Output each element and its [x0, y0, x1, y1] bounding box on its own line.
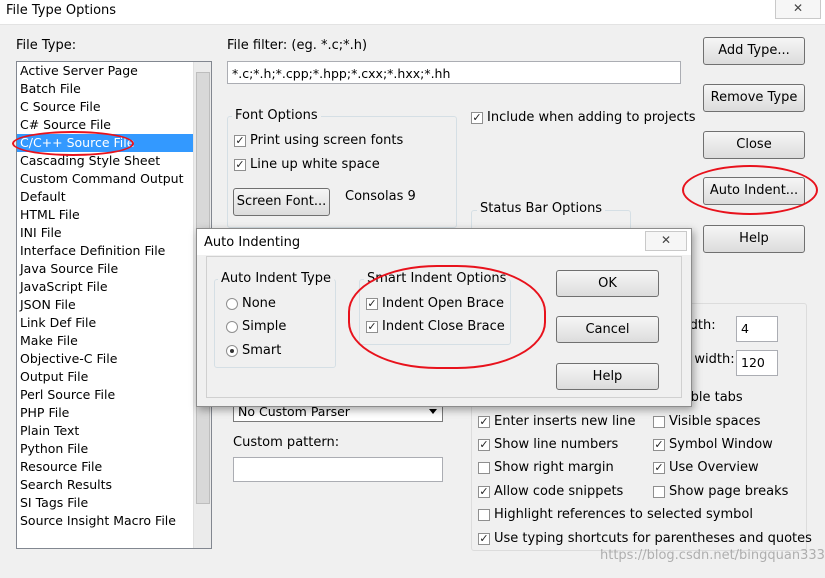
typing-shortcuts-label: Use typing shortcuts for parentheses and… — [494, 531, 812, 546]
tab-width-input[interactable]: 4 — [736, 316, 778, 342]
file-filter-label: File filter: (eg. *.c;*.h) — [227, 38, 368, 53]
window-title: File Type Options — [6, 3, 117, 18]
line-up-white-space-checkbox[interactable]: ✓ — [234, 159, 246, 171]
ok-button[interactable]: OK — [556, 270, 659, 297]
show-page-breaks-label: Show page breaks — [669, 484, 789, 499]
none-radio[interactable] — [226, 298, 238, 310]
status-bar-options-label: Status Bar Options — [477, 201, 606, 216]
list-item[interactable]: Interface Definition File — [17, 242, 211, 260]
use-overview-label: Use Overview — [669, 460, 759, 475]
list-item[interactable]: C Source File — [17, 98, 211, 116]
dialog-title-bar: Auto Indenting ✕ — [197, 229, 691, 255]
list-item[interactable]: Source Insight Macro File — [17, 512, 211, 530]
annotation-circle-auto-indent — [682, 165, 818, 215]
show-line-numbers-checkbox[interactable]: ✓ — [478, 439, 490, 451]
add-type-button[interactable]: Add Type... — [703, 37, 805, 65]
list-item[interactable]: Link Def File — [17, 314, 211, 332]
font-name-label: Consolas 9 — [345, 189, 416, 204]
list-item[interactable]: JSON File — [17, 296, 211, 314]
list-item[interactable]: PHP File — [17, 404, 211, 422]
list-item[interactable]: Python File — [17, 440, 211, 458]
list-item[interactable]: Default — [17, 188, 211, 206]
list-item[interactable]: Plain Text — [17, 422, 211, 440]
file-type-label: File Type: — [16, 38, 77, 53]
typing-shortcuts-checkbox[interactable]: ✓ — [478, 533, 490, 545]
margin-width-input[interactable]: 120 — [736, 350, 778, 376]
list-item[interactable]: Perl Source File — [17, 386, 211, 404]
list-item[interactable]: Batch File — [17, 80, 211, 98]
auto-indent-type-label: Auto Indent Type — [218, 271, 334, 286]
annotation-circle-list — [12, 131, 134, 156]
smart-label: Smart — [242, 343, 282, 358]
window-close-button[interactable]: ✕ — [775, 0, 821, 19]
cancel-button[interactable]: Cancel — [556, 316, 659, 343]
help-button[interactable]: Help — [703, 225, 805, 253]
dialog-help-button[interactable]: Help — [556, 363, 659, 390]
list-item[interactable]: JavaScript File — [17, 278, 211, 296]
font-options-label: Font Options — [232, 108, 321, 123]
print-screen-fonts-label: Print using screen fonts — [250, 133, 404, 148]
list-item[interactable]: Objective-C File — [17, 350, 211, 368]
enter-inserts-new-line-label: Enter inserts new line — [494, 414, 636, 429]
close-button[interactable]: Close — [703, 131, 805, 159]
show-line-numbers-label: Show line numbers — [494, 437, 619, 452]
visible-tabs-label: ible tabs — [687, 390, 743, 405]
show-page-breaks-checkbox[interactable] — [653, 486, 665, 498]
print-screen-fonts-checkbox[interactable]: ✓ — [234, 135, 246, 147]
visible-spaces-label: Visible spaces — [669, 414, 761, 429]
auto-indenting-dialog: Auto Indenting ✕ Auto Indent Type None S… — [196, 228, 692, 407]
dialog-close-button[interactable]: ✕ — [645, 231, 687, 251]
watermark: https://blog.csdn.net/bingquan3333 — [600, 548, 825, 563]
include-projects-label: Include when adding to projects — [487, 110, 696, 125]
include-projects-checkbox[interactable]: ✓ — [471, 112, 483, 124]
list-item[interactable]: SI Tags File — [17, 494, 211, 512]
show-right-margin-checkbox[interactable] — [478, 462, 490, 474]
simple-radio[interactable] — [226, 321, 238, 333]
line-up-white-space-label: Line up white space — [250, 157, 380, 172]
annotation-circle-smart-options — [348, 265, 546, 369]
list-item[interactable]: Resource File — [17, 458, 211, 476]
none-label: None — [242, 296, 276, 311]
list-item[interactable]: INI File — [17, 224, 211, 242]
list-item[interactable]: Custom Command Output — [17, 170, 211, 188]
title-bar: File Type Options ✕ — [0, 0, 825, 25]
use-overview-checkbox[interactable]: ✓ — [653, 462, 665, 474]
dialog-title: Auto Indenting — [204, 235, 301, 250]
smart-radio[interactable] — [226, 345, 238, 357]
highlight-references-label: Highlight references to selected symbol — [494, 507, 753, 522]
visible-spaces-checkbox[interactable] — [653, 416, 665, 428]
chevron-down-icon — [429, 409, 437, 414]
simple-label: Simple — [242, 319, 287, 334]
list-item[interactable]: Make File — [17, 332, 211, 350]
custom-pattern-input[interactable] — [233, 457, 443, 482]
remove-type-button[interactable]: Remove Type — [703, 84, 805, 112]
file-filter-input[interactable]: *.c;*.h;*.cpp;*.hpp;*.cxx;*.hxx;*.hh — [227, 61, 681, 84]
screen-font-button[interactable]: Screen Font... — [233, 188, 330, 216]
allow-code-snippets-checkbox[interactable]: ✓ — [478, 486, 490, 498]
show-right-margin-label: Show right margin — [494, 460, 614, 475]
allow-code-snippets-label: Allow code snippets — [494, 484, 624, 499]
symbol-window-label: Symbol Window — [669, 437, 773, 452]
custom-pattern-label: Custom pattern: — [233, 435, 340, 450]
highlight-references-checkbox[interactable] — [478, 509, 490, 521]
list-item[interactable]: Output File — [17, 368, 211, 386]
list-item[interactable]: Search Results — [17, 476, 211, 494]
symbol-window-checkbox[interactable]: ✓ — [653, 439, 665, 451]
list-item[interactable]: Active Server Page — [17, 62, 211, 80]
enter-inserts-new-line-checkbox[interactable]: ✓ — [478, 416, 490, 428]
list-item[interactable]: Java Source File — [17, 260, 211, 278]
list-item[interactable]: HTML File — [17, 206, 211, 224]
